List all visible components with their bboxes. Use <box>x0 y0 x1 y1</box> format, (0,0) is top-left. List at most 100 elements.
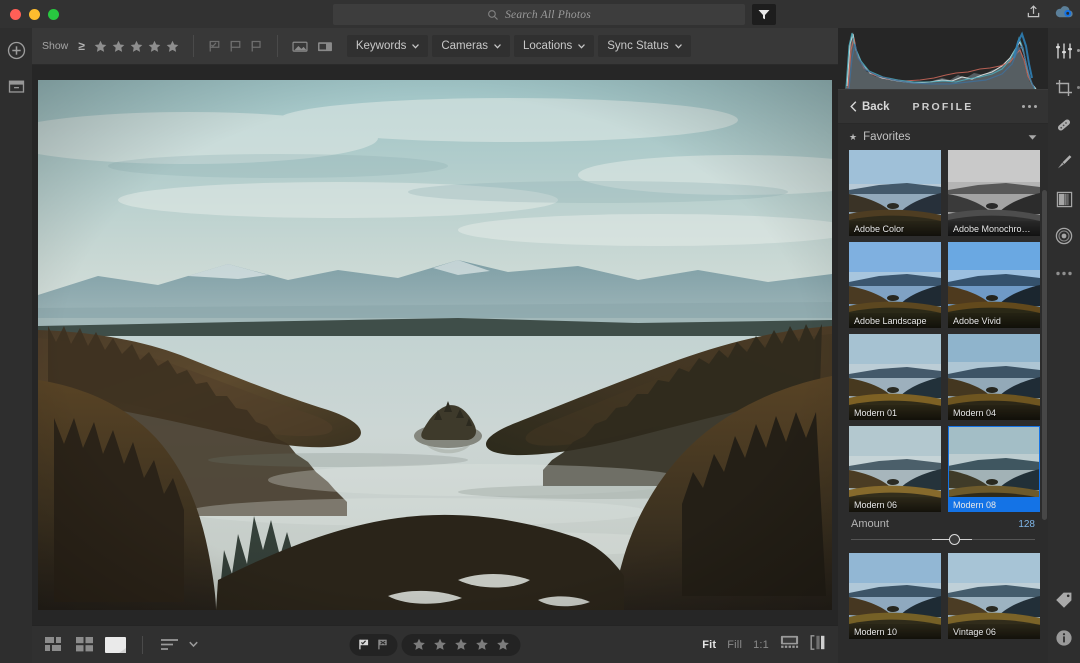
star-icon[interactable] <box>148 40 161 53</box>
tool-rail-bottom <box>1048 589 1080 649</box>
chevron-down-icon <box>675 43 682 50</box>
profile-thumb-adobe-color[interactable]: Adobe Color <box>849 150 941 236</box>
filter-button[interactable] <box>752 4 776 25</box>
dropdown-cameras[interactable]: Cameras <box>432 35 510 57</box>
photo-icon[interactable] <box>292 40 308 53</box>
divider <box>277 35 278 57</box>
grid-view-square-icon[interactable] <box>74 636 96 653</box>
dropdown-locations[interactable]: Locations <box>514 35 594 57</box>
profile-thumb-modern-10[interactable]: Modern 10 <box>849 553 941 639</box>
amount-row: Amount 128 <box>838 512 1048 530</box>
main-photo[interactable] <box>38 80 832 610</box>
profile-thumb-modern-06[interactable]: Modern 06 <box>849 426 941 512</box>
profile-label: Modern 10 <box>849 624 941 639</box>
dropdown-sync-status[interactable]: Sync Status <box>598 35 690 57</box>
info-icon[interactable] <box>1053 627 1075 649</box>
profile-thumb-adobe-monochrome[interactable]: Adobe Monochro… <box>948 150 1040 236</box>
histogram[interactable] <box>838 28 1048 90</box>
star-icon[interactable] <box>94 40 107 53</box>
star-icon[interactable] <box>497 638 510 651</box>
minimize-button[interactable] <box>29 9 40 20</box>
grid-view-compact-icon[interactable] <box>44 636 66 653</box>
chevron-down-icon <box>494 43 501 50</box>
star-icon[interactable] <box>166 40 179 53</box>
flag-reject-button[interactable] <box>377 638 390 651</box>
chevron-down-icon[interactable] <box>189 641 198 648</box>
close-button[interactable] <box>10 9 21 20</box>
filmstrip-icon[interactable] <box>780 635 799 654</box>
section-favorites[interactable]: ★ Favorites <box>838 124 1048 150</box>
linear-gradient-icon[interactable] <box>1053 188 1075 210</box>
right-panel: Back PROFILE ★ Favorites <box>838 28 1048 663</box>
rating-operator[interactable]: ≥ <box>78 39 85 53</box>
cloud-sync-icon[interactable] <box>1055 5 1074 24</box>
share-icon[interactable] <box>1026 4 1041 24</box>
healing-brush-icon[interactable] <box>1053 114 1075 136</box>
profile-thumb-modern-08[interactable]: Modern 08 <box>948 426 1040 512</box>
profile-grid: Adobe Color Adobe Monochro… <box>838 150 1048 512</box>
profile-label: Adobe Monochro… <box>948 221 1040 236</box>
brush-icon[interactable] <box>1053 151 1075 173</box>
tag-icon[interactable] <box>1053 589 1075 611</box>
profile-label: Adobe Vivid <box>948 313 1040 328</box>
star-icon[interactable] <box>413 638 426 651</box>
sort-icon[interactable] <box>159 636 181 653</box>
star-icon[interactable] <box>476 638 489 651</box>
before-after-compare-icon[interactable] <box>810 635 826 655</box>
panel-scrollbar[interactable] <box>1042 190 1047 520</box>
profile-label: Modern 04 <box>948 405 1040 420</box>
search-icon <box>487 9 499 21</box>
dropdown-keywords-label: Keywords <box>356 40 407 52</box>
flag-rejected-icon[interactable] <box>250 40 263 53</box>
star-icon[interactable] <box>455 638 468 651</box>
detail-view-icon[interactable] <box>104 636 126 653</box>
star-icon[interactable] <box>434 638 447 651</box>
zoom-1to1-button[interactable]: 1:1 <box>753 639 769 651</box>
profile-label: Modern 08 <box>948 497 1040 512</box>
more-tools-icon[interactable] <box>1053 262 1075 284</box>
profile-thumb-adobe-landscape[interactable]: Adobe Landscape <box>849 242 941 328</box>
section-favorites-label: Favorites <box>863 131 1028 143</box>
crop-icon[interactable] <box>1053 77 1075 99</box>
profile-thumb-adobe-vivid[interactable]: Adobe Vivid <box>948 242 1040 328</box>
star-icon[interactable] <box>112 40 125 53</box>
profile-label: Vintage 06 <box>948 624 1040 639</box>
flag-controls <box>350 634 398 656</box>
edit-sliders-icon[interactable] <box>1053 40 1075 62</box>
more-options-icon[interactable] <box>1022 105 1037 108</box>
profile-thumb-modern-04[interactable]: Modern 04 <box>948 334 1040 420</box>
bottom-toolbar: Fit Fill 1:1 <box>32 625 838 663</box>
filter-bar: Show ≥ <box>32 28 838 65</box>
search-input[interactable]: Search All Photos <box>333 4 745 25</box>
radial-gradient-icon[interactable] <box>1053 225 1075 247</box>
video-icon[interactable] <box>317 40 333 53</box>
star-icon[interactable] <box>130 40 143 53</box>
zoom-fill-button[interactable]: Fill <box>727 639 742 651</box>
maximize-button[interactable] <box>48 9 59 20</box>
profile-thumb-vintage-06[interactable]: Vintage 06 <box>948 553 1040 639</box>
amount-value[interactable]: 128 <box>1018 519 1035 530</box>
profile-label: Adobe Color <box>849 221 941 236</box>
flag-unflagged-icon[interactable] <box>229 40 242 53</box>
amount-slider[interactable] <box>838 530 1048 553</box>
zoom-controls: Fit Fill 1:1 <box>702 635 826 655</box>
show-label: Show <box>42 40 68 52</box>
star-rating-control[interactable] <box>402 634 521 656</box>
zoom-fit-button[interactable]: Fit <box>702 639 716 651</box>
flag-picked-icon[interactable] <box>208 40 221 53</box>
title-bar: Search All Photos <box>0 0 1080 28</box>
slider-knob[interactable] <box>949 534 960 545</box>
archive-icon[interactable] <box>6 76 26 96</box>
profile-label: Modern 01 <box>849 405 941 420</box>
add-photos-icon[interactable] <box>6 40 26 60</box>
profile-panel-header: Back PROFILE <box>838 90 1048 124</box>
slider-track[interactable] <box>851 534 1035 545</box>
profile-browser[interactable]: ★ Favorites A <box>838 124 1048 661</box>
flag-pick-button[interactable] <box>358 638 371 651</box>
filter-star-rating[interactable] <box>94 40 179 53</box>
chevron-down-icon[interactable] <box>1028 134 1037 141</box>
profile-thumb-modern-01[interactable]: Modern 01 <box>849 334 941 420</box>
divider <box>142 636 143 654</box>
dropdown-keywords[interactable]: Keywords <box>347 35 429 57</box>
profile-label: Adobe Landscape <box>849 313 941 328</box>
